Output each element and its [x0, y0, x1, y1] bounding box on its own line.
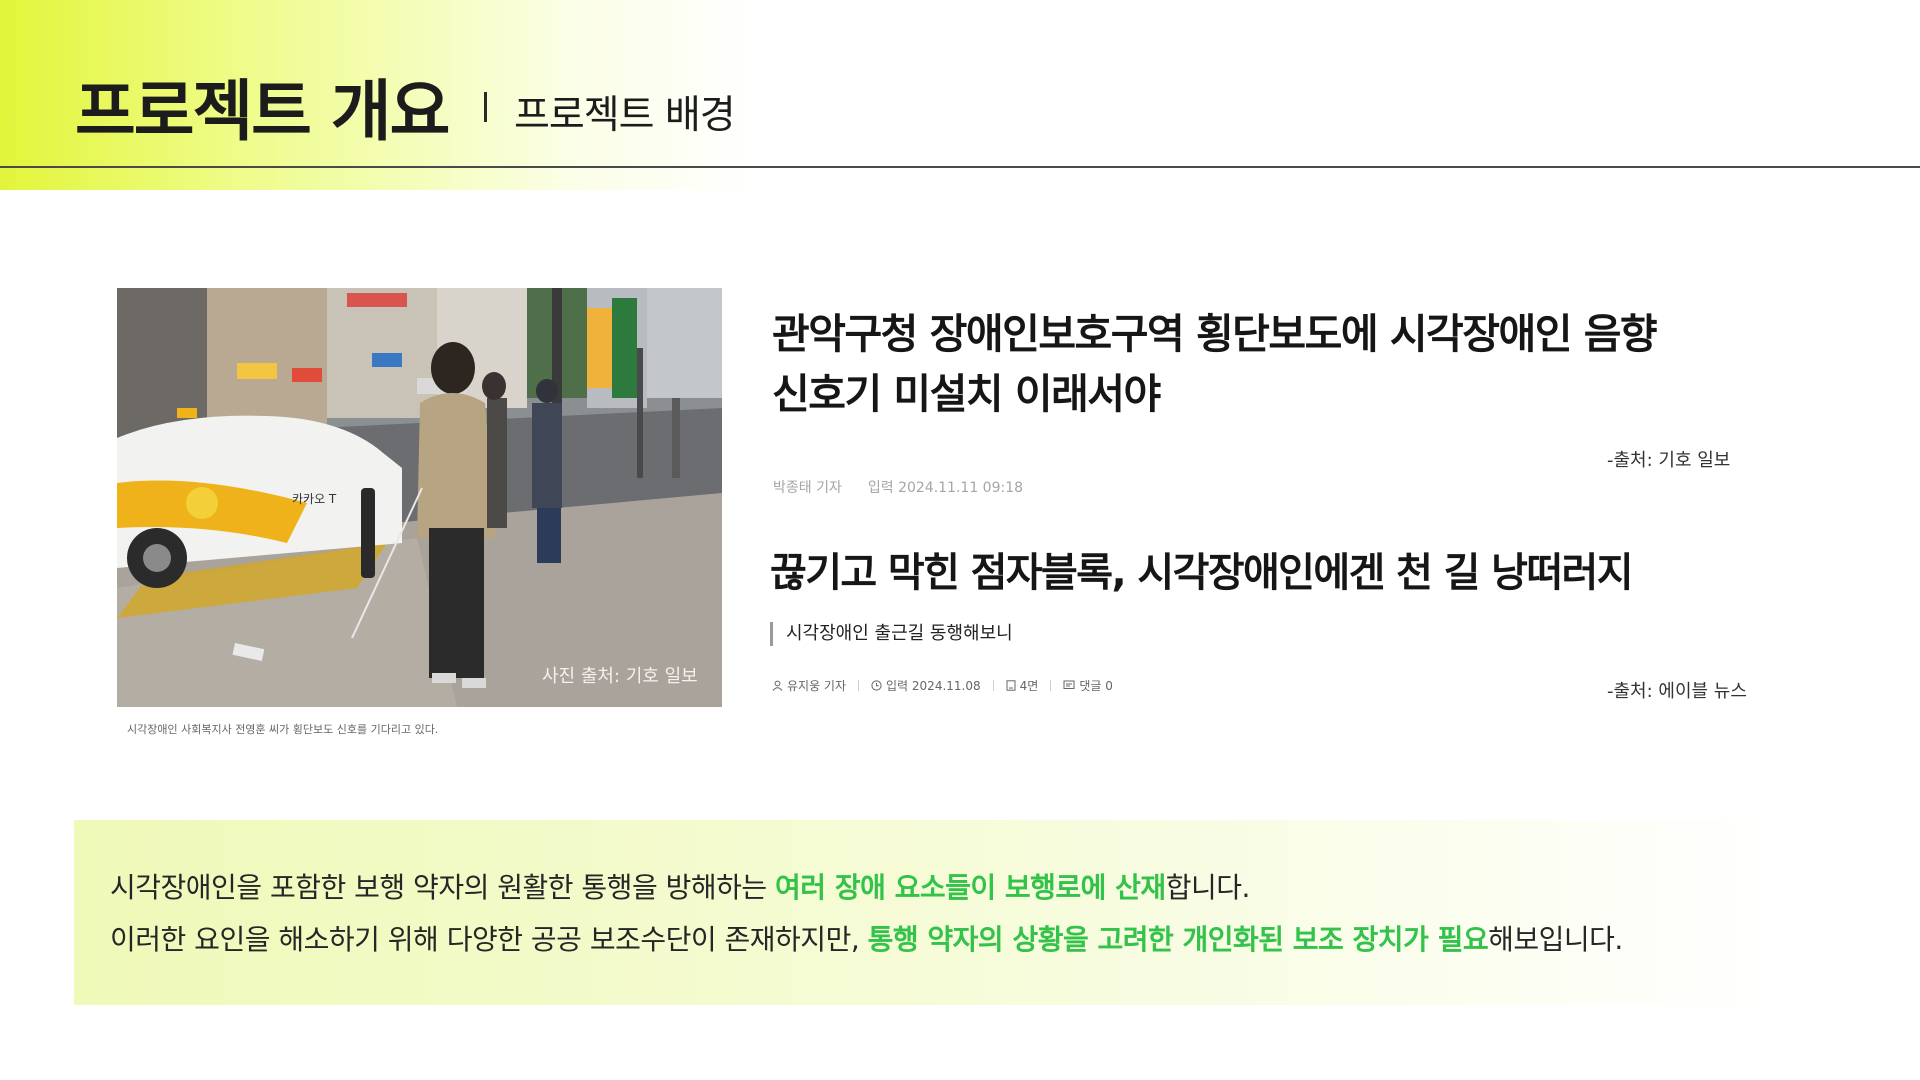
- article2-headline[interactable]: 끊기고 막힌 점자블록, 시각장애인에겐 천 길 낭떠러지: [770, 540, 1634, 598]
- clock-icon: [871, 680, 882, 691]
- summary-line1: 시각장애인을 포함한 보행 약자의 원활한 통행을 방해하는 여러 장애 요소들…: [110, 866, 1250, 906]
- article2-reporter: 유지웅 기자: [787, 679, 847, 693]
- news-photo: 카카오 T 사진 출처: 기호 일보: [117, 288, 722, 707]
- article2-comments: 댓글 0: [1079, 679, 1113, 693]
- article1-headline-line2: 신호기 미설치 이래서야: [772, 370, 1161, 418]
- meta-divider: [1050, 680, 1052, 691]
- summary-box: 시각장애인을 포함한 보행 약자의 원활한 통행을 방해하는 여러 장애 요소들…: [74, 820, 1764, 1005]
- summary-line2-text: 이러한 요인을 해소하기 위해 다양한 공공 보조수단이 존재하지만,: [110, 923, 868, 956]
- title-separator: [484, 92, 487, 122]
- article1-date: 입력 2024.11.11 09:18: [867, 480, 1024, 496]
- page-subtitle: 프로젝트 배경: [514, 93, 736, 138]
- summary-line2-highlight: 통행 약자의 상황을 고려한 개인화된 보조 장치가 필요: [867, 923, 1489, 956]
- article2-date-item: 입력 2024.11.08: [871, 677, 981, 694]
- photo-watermark: 사진 출처: 기호 일보: [542, 666, 698, 687]
- article1-source: -출처: 기호 일보: [1607, 450, 1731, 471]
- article2-comments-item[interactable]: 댓글 0: [1063, 677, 1113, 694]
- article1-meta: 박종태 기자 입력 2024.11.11 09:18: [773, 477, 1023, 497]
- article2-page: 4면: [1019, 679, 1039, 693]
- article2-subheadline: 시각장애인 출근길 동행해보니: [770, 622, 1013, 646]
- newspaper-icon: [1006, 680, 1016, 691]
- article2-source: -출처: 에이블 뉴스: [1607, 681, 1747, 702]
- header-divider: [0, 166, 1920, 168]
- summary-line1-end: 합니다.: [1165, 871, 1251, 904]
- article2-date: 입력 2024.11.08: [886, 679, 981, 693]
- taxi-logo-text: 카카오 T: [292, 492, 337, 506]
- summary-line1-highlight: 여러 장애 요소들이 보행로에 산재: [775, 871, 1166, 904]
- summary-line2: 이러한 요인을 해소하기 위해 다양한 공공 보조수단이 존재하지만, 통행 약…: [110, 918, 1623, 958]
- meta-divider: [992, 680, 994, 691]
- photo-caption: 시각장애인 사회복지사 전영훈 씨가 횡단보도 신호를 기다리고 있다.: [127, 723, 439, 736]
- person-icon: [772, 680, 783, 691]
- summary-line2-end: 해보입니다.: [1488, 923, 1623, 956]
- comment-icon: [1063, 680, 1075, 691]
- article1-reporter: 박종태 기자: [773, 480, 842, 496]
- article1-headline[interactable]: 관악구청 장애인보호구역 횡단보도에 시각장애인 음향 신호기 미설치 이래서야: [772, 304, 1762, 424]
- article2-meta: 유지웅 기자 입력 2024.11.08 4면 댓글 0: [772, 677, 1113, 694]
- page-title: 프로젝트 개요: [75, 73, 450, 150]
- article2-reporter-item: 유지웅 기자: [772, 677, 846, 694]
- article2-page-item: 4면: [1006, 677, 1039, 694]
- summary-line1-text: 시각장애인을 포함한 보행 약자의 원활한 통행을 방해하는: [110, 871, 776, 904]
- article1-headline-line1: 관악구청 장애인보호구역 횡단보도에 시각장애인 음향: [772, 310, 1658, 358]
- meta-divider: [858, 680, 860, 691]
